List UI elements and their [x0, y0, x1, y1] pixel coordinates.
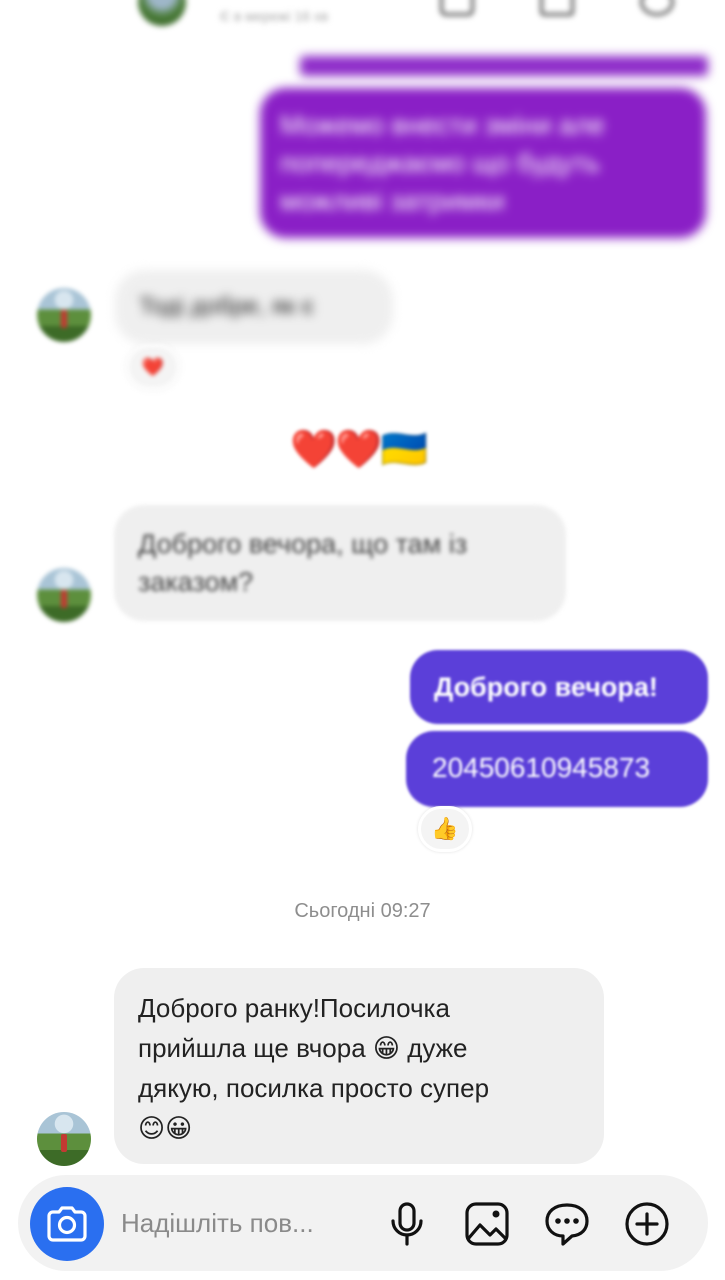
- call-icon[interactable]: [540, 0, 574, 16]
- plus-icon[interactable]: [622, 1199, 672, 1249]
- previous-message-edge: [300, 56, 708, 76]
- message-input[interactable]: Надішліть пов...: [121, 1208, 314, 1239]
- message-bubble-outgoing[interactable]: Можемо внести зміни але попереджаємо що …: [260, 88, 706, 238]
- contact-status: Є в мережі 16 хв: [220, 8, 329, 24]
- message-bubble-incoming[interactable]: Доброго ранку!Посилочка прийшла ще вчора…: [114, 968, 604, 1164]
- camera-button[interactable]: [30, 1187, 104, 1261]
- info-icon[interactable]: [640, 0, 674, 16]
- date-separator: Сьогодні 09:27: [294, 900, 431, 922]
- microphone-icon[interactable]: [382, 1199, 432, 1249]
- emoji-message[interactable]: ❤️❤️🇺🇦: [290, 428, 428, 472]
- message-bubble-outgoing[interactable]: Доброго вечора!: [410, 650, 708, 724]
- thumbs-up-reaction-icon[interactable]: 👍: [418, 806, 472, 852]
- contact-avatar-small[interactable]: [37, 288, 91, 342]
- message-bubble-outgoing[interactable]: 20450610945873: [406, 731, 708, 807]
- chat-header: Є в мережі 16 хв: [0, 0, 725, 40]
- gallery-icon[interactable]: [462, 1199, 512, 1249]
- sticker-icon[interactable]: [542, 1199, 592, 1249]
- message-bubble-incoming[interactable]: Доброго вечора, що там із заказом?: [114, 505, 566, 621]
- contact-avatar-small[interactable]: [37, 1112, 91, 1166]
- contact-avatar[interactable]: [138, 0, 186, 26]
- contact-avatar-small[interactable]: [37, 568, 91, 622]
- message-composer: Надішліть пов...: [18, 1175, 708, 1271]
- video-call-icon[interactable]: [440, 0, 474, 16]
- heart-reaction-icon[interactable]: ❤️: [126, 344, 180, 390]
- message-bubble-incoming[interactable]: Тоді добре, як є: [115, 270, 393, 344]
- camera-icon: [47, 1206, 87, 1242]
